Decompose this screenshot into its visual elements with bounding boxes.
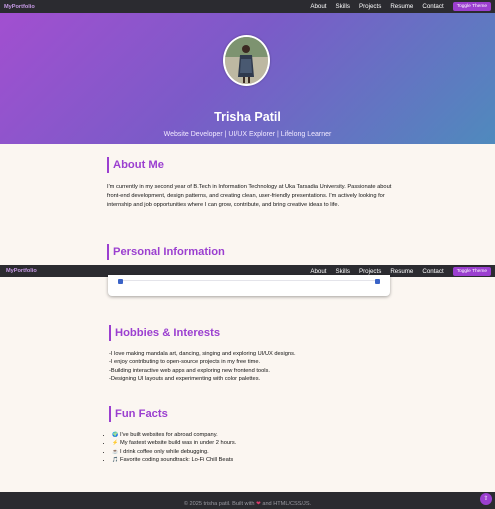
nav-links: About Skills Projects Resume Contact Tog… bbox=[310, 2, 491, 11]
scroll-to-top-button[interactable]: ⇧ bbox=[480, 493, 492, 505]
music-icon: 🎵 bbox=[112, 457, 119, 464]
nav-link-projects-sticky[interactable]: Projects bbox=[359, 268, 381, 275]
hobby-item: -Designing UI layouts and experimenting … bbox=[109, 376, 261, 383]
toggle-theme-button[interactable]: Toggle Theme bbox=[452, 2, 491, 11]
fun-facts-heading: Fun Facts bbox=[109, 406, 168, 422]
about-heading: About Me bbox=[107, 157, 164, 173]
personal-info-card bbox=[108, 275, 390, 296]
footer-copyright: © 2025 trisha patil. Built with bbox=[183, 501, 255, 507]
about-paragraph: I'm currently in my second year of B.Tec… bbox=[107, 184, 392, 209]
coffee-icon: ☕ bbox=[112, 448, 119, 455]
personal-info-heading: Personal Information bbox=[107, 244, 225, 260]
nav-link-resume-sticky[interactable]: Resume bbox=[390, 268, 413, 275]
fun-fact-item: 🎵Favorite coding soundtrack: Lo-Fi Chill… bbox=[112, 456, 236, 464]
fun-fact-text: I've built websites for abroad company. bbox=[120, 432, 218, 438]
nav-link-projects[interactable]: Projects bbox=[359, 3, 381, 10]
footer: © 2025 trisha patil. Built with ❤ and HT… bbox=[0, 492, 495, 509]
fun-fact-text: Favorite coding soundtrack: Lo-Fi Chill … bbox=[120, 457, 234, 464]
fun-fact-item: 🌍I've built websites for abroad company. bbox=[112, 431, 236, 439]
toggle-theme-button-sticky[interactable]: Toggle Theme bbox=[452, 266, 491, 276]
fun-fact-item: ⚡My fastest website build was in under 2… bbox=[112, 439, 236, 447]
nav-link-resume[interactable]: Resume bbox=[390, 3, 413, 10]
hobby-item: -Building interactive web apps and explo… bbox=[109, 367, 270, 374]
lightning-icon: ⚡ bbox=[112, 440, 119, 447]
hobbies-list: -I love making mandala art, dancing, sin… bbox=[109, 350, 296, 384]
hobbies-heading: Hobbies & Interests bbox=[109, 325, 220, 341]
hobby-item: -I enjoy contributing to open-source pro… bbox=[109, 359, 261, 366]
footer-built-with: and HTML/CSS/JS. bbox=[262, 501, 312, 507]
hobby-item: -I love making mandala art, dancing, sin… bbox=[109, 351, 296, 357]
fun-facts-list: 🌍I've built websites for abroad company.… bbox=[104, 431, 236, 465]
card-right-marker bbox=[375, 279, 380, 284]
nav-link-about[interactable]: About bbox=[310, 3, 326, 10]
heart-icon: ❤ bbox=[256, 501, 261, 507]
hero-name: Trisha Patil bbox=[214, 110, 281, 124]
fun-fact-text: I drink coffee only while debugging. bbox=[120, 448, 209, 455]
profile-avatar bbox=[223, 35, 270, 86]
fun-fact-item: ☕I drink coffee only while debugging. bbox=[112, 448, 236, 456]
nav-link-skills[interactable]: Skills bbox=[336, 3, 350, 10]
nav-link-contact[interactable]: Contact bbox=[422, 3, 443, 10]
brand-logo-sticky[interactable]: MyPortfolio bbox=[6, 268, 37, 274]
nav-link-contact-sticky[interactable]: Contact bbox=[422, 268, 443, 275]
card-left-marker bbox=[118, 279, 123, 284]
brand-logo[interactable]: MyPortfolio bbox=[4, 4, 35, 10]
nav-link-about-sticky[interactable]: About bbox=[310, 268, 326, 275]
profile-photo bbox=[225, 37, 268, 84]
globe-icon: 🌍 bbox=[112, 432, 119, 438]
card-divider bbox=[118, 280, 380, 281]
footer-text: © 2025 trisha patil. Built with ❤ and HT… bbox=[0, 501, 495, 507]
fun-fact-text: My fastest website build was in under 2 … bbox=[120, 440, 237, 447]
nav-link-skills-sticky[interactable]: Skills bbox=[336, 268, 350, 275]
top-navbar: MyPortfolio About Skills Projects Resume… bbox=[0, 0, 495, 13]
hero-tagline: Website Developer | UI/UX Explorer | Lif… bbox=[163, 131, 332, 138]
